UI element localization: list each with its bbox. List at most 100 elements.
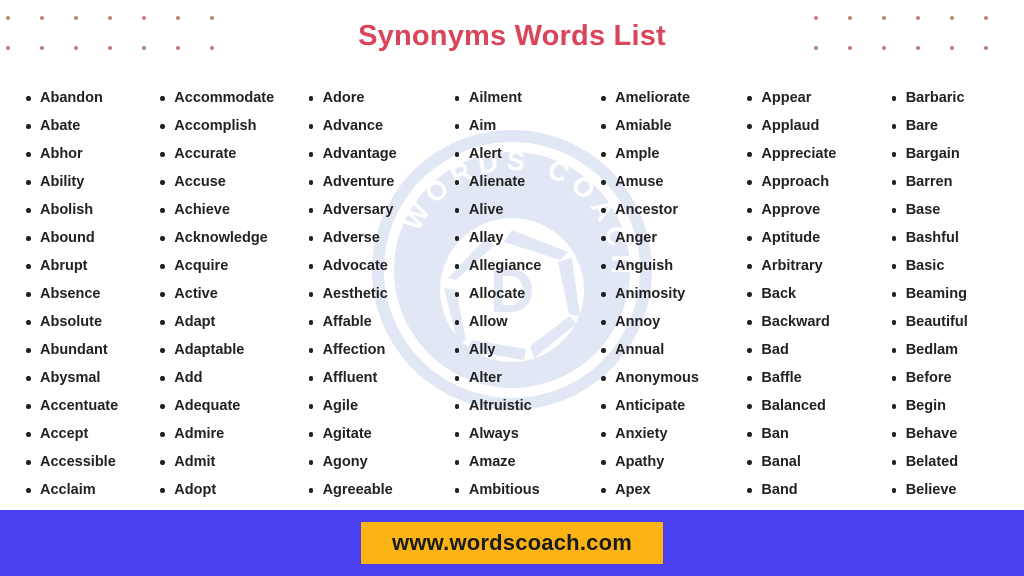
word-item: Aim [454, 112, 585, 140]
word-item: Abysmal [25, 364, 146, 392]
word-list-1: Abandon Abate Abhor Ability Abolish Abou… [0, 84, 146, 504]
word-item: Admit [160, 448, 292, 476]
word-item: Accentuate [25, 392, 146, 420]
word-item: Amiable [601, 112, 731, 140]
word-item: Ailment [454, 84, 585, 112]
word-item: Accomplish [160, 112, 292, 140]
word-item: Acquire [160, 252, 292, 280]
word-item: Abhor [25, 140, 146, 168]
word-list-4: Ailment Aim Alert Alienate Alive Allay A… [439, 84, 585, 504]
word-item: Alter [454, 364, 585, 392]
word-item: Adversary [308, 196, 439, 224]
word-item: Amuse [601, 168, 731, 196]
word-item: Absence [25, 280, 146, 308]
word-item: Annual [601, 336, 731, 364]
word-item: Abandon [25, 84, 146, 112]
word-item: Adventure [308, 168, 439, 196]
word-item: Altruistic [454, 392, 585, 420]
word-item: Bashful [891, 224, 1024, 252]
word-item: Basic [891, 252, 1024, 280]
word-list-2: Accommodate Accomplish Accurate Accuse A… [146, 84, 292, 504]
word-list-7: Barbaric Bare Bargain Barren Base Bashfu… [878, 84, 1024, 504]
word-column-2: Accommodate Accomplish Accurate Accuse A… [146, 84, 292, 504]
word-item: Agreeable [308, 476, 439, 504]
word-item: Bargain [891, 140, 1024, 168]
word-list-5: Ameliorate Amiable Ample Amuse Ancestor … [585, 84, 731, 504]
word-item: Ally [454, 336, 585, 364]
word-item: Banal [747, 448, 877, 476]
word-item: Backward [747, 308, 877, 336]
word-item: Adore [308, 84, 439, 112]
word-item: Before [891, 364, 1024, 392]
word-item: Approve [747, 196, 877, 224]
word-item: Apex [601, 476, 731, 504]
word-item: Add [160, 364, 292, 392]
word-item: Begin [891, 392, 1024, 420]
word-item: Advantage [308, 140, 439, 168]
word-item: Ambitious [454, 476, 585, 504]
word-item: Base [891, 196, 1024, 224]
word-item: Abundant [25, 336, 146, 364]
word-item: Barren [891, 168, 1024, 196]
word-column-3: Adore Advance Advantage Adventure Advers… [293, 84, 439, 504]
word-item: Apathy [601, 448, 731, 476]
word-item: Agitate [308, 420, 439, 448]
word-item: Accommodate [160, 84, 292, 112]
word-item: Accessible [25, 448, 146, 476]
word-item: Accuse [160, 168, 292, 196]
word-item: Adverse [308, 224, 439, 252]
word-item: Band [747, 476, 877, 504]
word-item: Affable [308, 308, 439, 336]
word-item: Always [454, 420, 585, 448]
word-item: Applaud [747, 112, 877, 140]
word-item: Ample [601, 140, 731, 168]
word-item: Aesthetic [308, 280, 439, 308]
word-item: Adaptable [160, 336, 292, 364]
word-item: Allocate [454, 280, 585, 308]
word-item: Approach [747, 168, 877, 196]
word-column-7: Barbaric Bare Bargain Barren Base Bashfu… [878, 84, 1024, 504]
word-item: Alert [454, 140, 585, 168]
word-item: Aptitude [747, 224, 877, 252]
word-column-6: Appear Applaud Appreciate Approach Appro… [731, 84, 877, 504]
word-item: Beaming [891, 280, 1024, 308]
word-item: Back [747, 280, 877, 308]
word-item: Advocate [308, 252, 439, 280]
word-item: Abrupt [25, 252, 146, 280]
word-item: Barbaric [891, 84, 1024, 112]
word-item: Achieve [160, 196, 292, 224]
word-item: Agile [308, 392, 439, 420]
word-item: Bare [891, 112, 1024, 140]
word-item: Arbitrary [747, 252, 877, 280]
word-item: Anguish [601, 252, 731, 280]
word-item: Belated [891, 448, 1024, 476]
word-item: Behave [891, 420, 1024, 448]
word-item: Ameliorate [601, 84, 731, 112]
word-item: Bad [747, 336, 877, 364]
word-item: Anger [601, 224, 731, 252]
word-item: Allay [454, 224, 585, 252]
word-item: Ancestor [601, 196, 731, 224]
word-item: Anonymous [601, 364, 731, 392]
word-column-4: Ailment Aim Alert Alienate Alive Allay A… [439, 84, 585, 504]
word-item: Animosity [601, 280, 731, 308]
word-item: Abate [25, 112, 146, 140]
website-url-badge[interactable]: www.wordscoach.com [361, 522, 663, 564]
footer-bar: www.wordscoach.com [0, 510, 1024, 576]
word-item: Allow [454, 308, 585, 336]
word-item: Balanced [747, 392, 877, 420]
word-item: Advance [308, 112, 439, 140]
word-item: Affluent [308, 364, 439, 392]
word-column-1: Abandon Abate Abhor Ability Abolish Abou… [0, 84, 146, 504]
word-item: Adopt [160, 476, 292, 504]
word-item: Anticipate [601, 392, 731, 420]
word-item: Appear [747, 84, 877, 112]
word-item: Amaze [454, 448, 585, 476]
word-list-3: Adore Advance Advantage Adventure Advers… [293, 84, 439, 504]
word-item: Ban [747, 420, 877, 448]
word-item: Anxiety [601, 420, 731, 448]
word-item: Abolish [25, 196, 146, 224]
word-item: Absolute [25, 308, 146, 336]
word-item: Abound [25, 224, 146, 252]
word-item: Baffle [747, 364, 877, 392]
